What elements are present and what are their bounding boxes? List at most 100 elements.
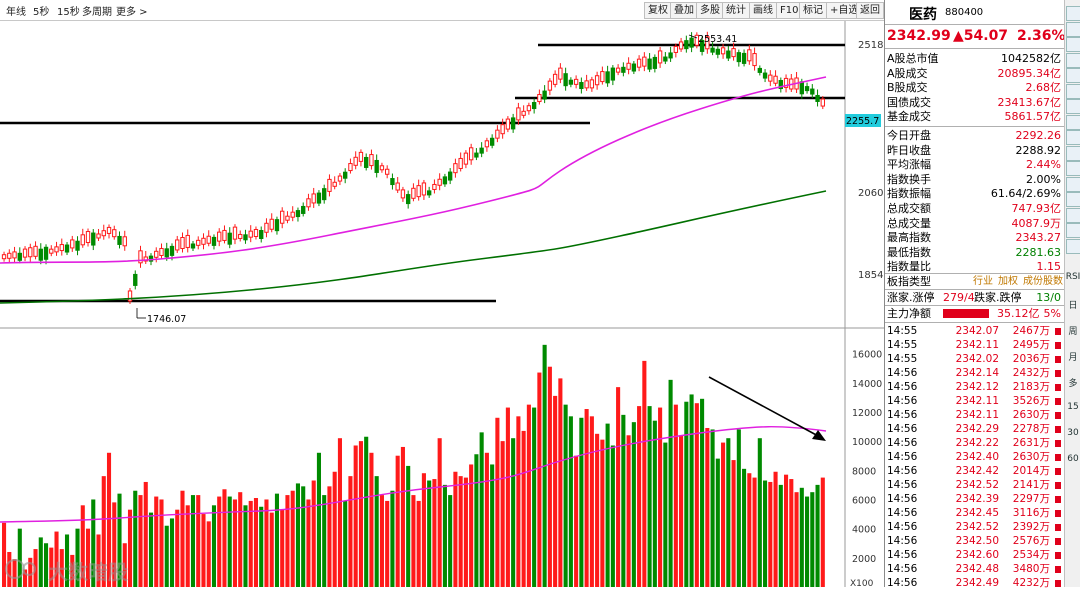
board-type-industry[interactable]: 行业 [973, 274, 993, 289]
quote-row-value: 747.93亿 [1011, 202, 1062, 215]
sidebar-tool-icon[interactable] [1066, 176, 1080, 192]
kline-chart[interactable]: 2553.41 1746.07 2518 2255.7 2060 1854 16… [0, 21, 884, 587]
sidebar-tool-icon[interactable] [1066, 207, 1080, 223]
volume-bar [553, 395, 558, 587]
sidebar-period-4[interactable]: 多 [1065, 376, 1080, 389]
sidebar-tool-icon[interactable] [1066, 52, 1080, 68]
quote-row: 最低指数 2281.63 [885, 245, 1064, 260]
volume-bar [799, 487, 804, 587]
candle-body [584, 80, 589, 89]
updown-row: 涨家.涨停 279/4 跌家.跌停 13/0 [885, 290, 1064, 305]
period-5s-button[interactable]: 5秒 [33, 3, 49, 18]
sidebar-tool-icon[interactable] [1066, 68, 1080, 83]
right-toolbar: RSI 日周月多 15 30 60 [1064, 0, 1080, 587]
sidebar-tool-icon[interactable] [1066, 130, 1080, 145]
tick-volume: 2631万 [1012, 437, 1050, 449]
quote-row-label: 总成交量 [887, 216, 931, 230]
sidebar-period-1[interactable]: 日 [1065, 298, 1080, 311]
sidebar-period-6[interactable]: 30 [1065, 428, 1080, 438]
chart-toolbar: 年线 5秒 15秒 多周期 更多 > 复权 叠加 多股 统计 画线 F10 标记… [0, 0, 884, 21]
tick-price: 2342.49 [955, 577, 999, 589]
board-type-constituents[interactable]: 成份股数 [1023, 274, 1063, 289]
quote-row: B股成交 2.68亿 [885, 80, 1064, 95]
candle-body [715, 48, 721, 55]
tick-volume: 3116万 [1012, 507, 1050, 519]
sidebar-tool-icon[interactable] [1066, 223, 1080, 238]
period-15s-button[interactable]: 15秒 [57, 3, 80, 18]
volume-bar [437, 438, 442, 587]
down-count-label: 跌家.跌停 [974, 291, 1022, 304]
candle-body [626, 62, 631, 70]
volume-bar [421, 473, 426, 587]
sidebar-tool-icon[interactable] [1066, 114, 1080, 130]
sidebar-tool-icon[interactable] [1066, 37, 1080, 52]
board-type-weighted[interactable]: 加权 [998, 274, 1018, 289]
volume-bar [820, 477, 825, 587]
adjust-button[interactable]: 复权 [644, 2, 672, 19]
board-type-label: 板指类型 [887, 275, 931, 288]
quote-row-value: 20895.34亿 [997, 66, 1062, 80]
volume-bar [484, 452, 489, 587]
sidebar-tool-icon[interactable] [1066, 21, 1080, 37]
watermark-logo-icon [5, 559, 36, 579]
candle-body [222, 229, 227, 241]
quote-code: 880400 [945, 7, 984, 18]
tick-row: 14:55 2342.07 2467万 [885, 324, 1064, 338]
candle-body [516, 107, 521, 121]
volume-bar [316, 452, 321, 587]
tick-time: 14:56 [887, 521, 918, 533]
quote-row-value: 2.44% [1026, 158, 1061, 172]
sidebar-tool-icon[interactable] [1066, 192, 1080, 207]
sidebar-period-5[interactable]: 15 [1065, 402, 1080, 412]
tick-volume: 3480万 [1012, 563, 1050, 575]
volume-bar [133, 490, 138, 587]
sidebar-tool-icon[interactable] [1066, 6, 1080, 21]
tick-time: 14:56 [887, 451, 918, 463]
volume-bar [610, 445, 615, 587]
tick-price: 2342.40 [955, 451, 999, 463]
quote-row-value: 2292.26 [1015, 129, 1062, 142]
sidebar-period-7[interactable]: 60 [1065, 454, 1080, 464]
candle-body [54, 246, 59, 253]
sidebar-tool-icon[interactable] [1066, 145, 1080, 161]
sidebar-tool-icon[interactable] [1066, 238, 1080, 254]
candle-body [747, 49, 752, 62]
volume-bar [805, 496, 810, 587]
quote-row: 基金成交 5861.57亿 [885, 109, 1064, 124]
volume-bar [568, 416, 573, 587]
candle-body [526, 105, 532, 112]
period-year-button[interactable]: 年线 [6, 3, 26, 18]
down-count-value: 13/0 [1036, 291, 1061, 304]
volume-bar [763, 480, 768, 587]
draw-line-button[interactable]: 画线 [749, 2, 777, 19]
sidebar-period-2[interactable]: 周 [1065, 324, 1080, 337]
tick-direction-marker [1055, 328, 1061, 335]
overlay-button[interactable]: 叠加 [670, 2, 698, 19]
mark-button[interactable]: 标记 [799, 2, 827, 19]
tick-time: 14:56 [887, 367, 918, 379]
multi-stock-button[interactable]: 多股 [696, 2, 724, 19]
volume-bar [416, 500, 421, 587]
quote-row-label: 昨日收盘 [887, 143, 931, 157]
more-button[interactable]: 更多 > [116, 3, 148, 18]
volume-bar [400, 446, 405, 587]
candle-body [259, 230, 264, 239]
sidebar-tool-icon[interactable] [1066, 99, 1080, 114]
sidebar-tool-icon[interactable] [1066, 83, 1080, 99]
tick-time: 14:56 [887, 507, 918, 519]
low-label: 1746.07 [147, 314, 186, 325]
volume-bar [789, 479, 794, 587]
back-button[interactable]: 返回 [856, 2, 884, 19]
stats-button[interactable]: 统计 [722, 2, 750, 19]
volume-bar [432, 479, 437, 587]
sidebar-tool-icon[interactable] [1066, 161, 1080, 176]
candle-body [416, 185, 421, 198]
multi-period-button[interactable]: 多周期 [82, 3, 112, 18]
volume-bar [190, 495, 196, 587]
volume-bar [778, 484, 783, 587]
sidebar-period-0[interactable]: RSI [1065, 272, 1080, 282]
tick-price: 2342.22 [955, 437, 999, 449]
sidebar-period-3[interactable]: 月 [1065, 350, 1080, 363]
tick-volume: 2392万 [1012, 521, 1050, 533]
candle-body [689, 37, 694, 48]
